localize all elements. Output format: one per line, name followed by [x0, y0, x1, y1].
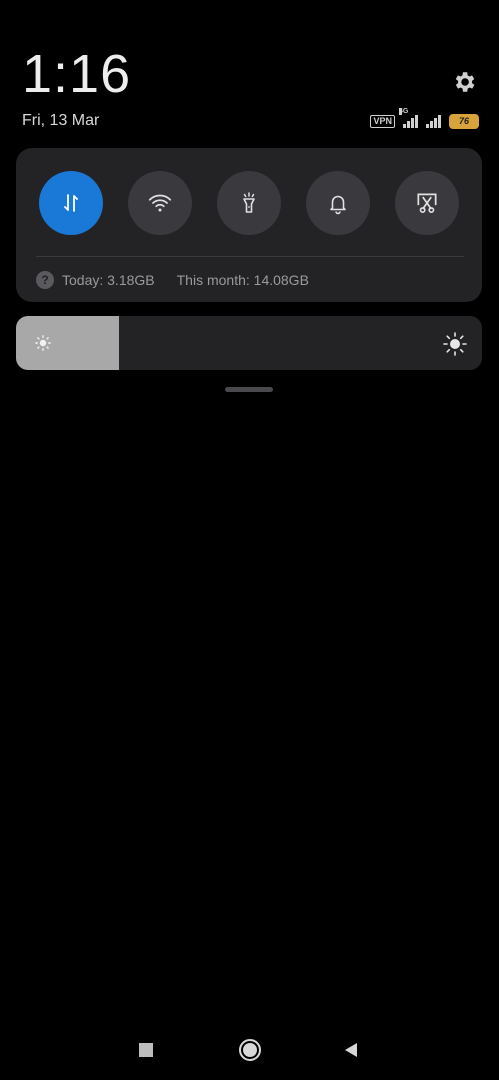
flashlight-toggle[interactable]: [217, 171, 281, 235]
mobile-data-toggle[interactable]: [39, 171, 103, 235]
signal-icon-sim2: [426, 114, 441, 128]
brightness-high-icon: [443, 332, 467, 356]
notification-shade: 1:16 Fri, 13 Mar VPN 4G 76 ? Today: 3.18…: [0, 0, 499, 1080]
toggle-row: [39, 171, 459, 235]
wifi-icon: [148, 194, 172, 212]
square-icon: [139, 1043, 153, 1057]
vpn-badge: VPN: [370, 114, 395, 128]
scissors-icon: [417, 193, 437, 214]
back-button[interactable]: [331, 1030, 371, 1070]
divider: [36, 256, 464, 257]
home-button[interactable]: [230, 1030, 270, 1070]
battery-level: 76: [458, 116, 469, 126]
brightness-low-icon: [35, 335, 51, 351]
date-label[interactable]: Fri, 13 Mar: [22, 112, 99, 130]
brightness-level: [16, 316, 119, 370]
clock[interactable]: 1:16: [22, 44, 131, 104]
signal-icon-sim1: 4G: [399, 108, 418, 128]
network-type: 4G: [399, 108, 409, 115]
flashlight-icon: [243, 192, 255, 213]
status-bar: VPN 4G 76: [370, 108, 479, 130]
usage-month: This month: 14.08GB: [176, 272, 309, 288]
bell-icon: [330, 195, 346, 215]
navigation-bar: [0, 1030, 499, 1070]
data-arrows-icon: [64, 194, 78, 212]
settings-button[interactable]: [448, 66, 480, 98]
sound-toggle[interactable]: [306, 171, 370, 235]
gear-icon: [455, 72, 475, 92]
help-icon: ?: [36, 271, 54, 289]
home-circle-icon: [239, 1039, 261, 1061]
screenshot-toggle[interactable]: [395, 171, 459, 235]
battery-icon: 76: [449, 113, 479, 129]
recents-button[interactable]: [126, 1030, 166, 1070]
expand-handle[interactable]: [225, 387, 273, 392]
brightness-slider[interactable]: [16, 316, 482, 370]
data-usage[interactable]: ? Today: 3.18GB This month: 14.08GB: [36, 268, 309, 292]
back-triangle-icon: [345, 1043, 357, 1057]
usage-today: Today: 3.18GB: [62, 272, 155, 288]
wifi-toggle[interactable]: [128, 171, 192, 235]
quick-toggles-card: ? Today: 3.18GB This month: 14.08GB: [16, 148, 482, 302]
